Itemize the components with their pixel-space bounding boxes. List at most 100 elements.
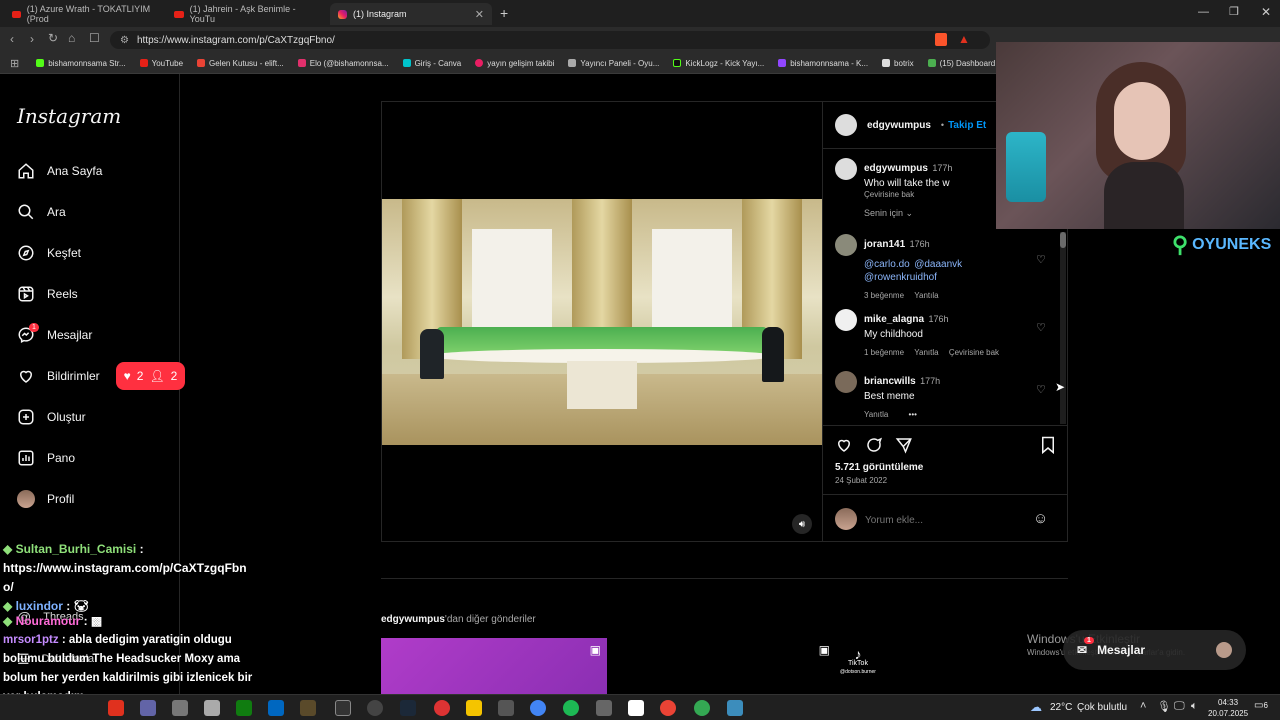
messages-floating-pill[interactable]: ✉ 1 Mesajlar: [1063, 630, 1246, 670]
more-post-thumbnail[interactable]: ▣: [612, 638, 838, 694]
bookmark-icon[interactable]: ☐: [89, 31, 100, 45]
sort-dropdown[interactable]: Senin için ⌄: [864, 208, 913, 219]
comment-avatar[interactable]: [835, 234, 857, 261]
save-icon[interactable]: [1040, 436, 1056, 454]
app-icon[interactable]: [694, 700, 710, 716]
nav-home[interactable]: Ana Sayfa: [17, 159, 102, 183]
nav-dashboard[interactable]: Pano: [17, 446, 75, 470]
browser-tab[interactable]: (1) Azure Wrath - TOKATLIYIM (Prod: [4, 3, 164, 25]
nav-notifications[interactable]: Bildirimler: [17, 364, 100, 388]
browser-tab-active[interactable]: (1) Instagram ✕: [330, 3, 492, 25]
app-icon[interactable]: [140, 700, 156, 716]
bookmark-item[interactable]: Giriş - Canva: [396, 59, 469, 68]
more-post-thumbnail[interactable]: ▣: [381, 638, 607, 694]
caption-avatar[interactable]: [835, 158, 857, 185]
author-avatar[interactable]: [835, 114, 857, 136]
forward-icon[interactable]: ›: [30, 32, 34, 46]
bookmark-item[interactable]: KickLogz - Kick Yayı...: [666, 59, 771, 68]
notification-center-icon[interactable]: ▭6: [1254, 700, 1268, 711]
epic-games-icon[interactable]: [335, 700, 351, 716]
back-icon[interactable]: ‹: [10, 32, 14, 46]
weather-text[interactable]: Çok bulutlu: [1077, 702, 1127, 713]
chrome-icon[interactable]: [530, 700, 546, 716]
store-icon[interactable]: [268, 700, 284, 716]
bookmark-item[interactable]: botrix: [875, 59, 921, 68]
new-tab-button[interactable]: +: [500, 5, 508, 21]
comments-scrollbar[interactable]: [1060, 232, 1066, 424]
likes-count[interactable]: 1 beğenme: [864, 348, 904, 357]
site-info-icon[interactable]: ⚙: [120, 35, 129, 46]
close-tab-icon[interactable]: ✕: [475, 8, 484, 21]
app-icon[interactable]: [596, 700, 612, 716]
app-icon[interactable]: [498, 700, 514, 716]
likes-count[interactable]: 3 beğenme: [864, 291, 904, 300]
bookmark-item[interactable]: Elo (@bishamonnsa...: [291, 59, 396, 68]
volume-icon[interactable]: 🔊︎: [792, 514, 812, 534]
folder-icon[interactable]: [466, 700, 482, 716]
bookmark-item[interactable]: yayın gelişim takibi: [468, 59, 561, 68]
bookmark-item[interactable]: bishamonnsama - K...: [771, 59, 875, 68]
translate-link[interactable]: Çevirisine bak: [949, 348, 999, 357]
notion-icon[interactable]: [628, 700, 644, 716]
apps-grid-icon[interactable]: ⊞: [10, 57, 19, 70]
volume-icon[interactable]: 🔈︎: [1191, 700, 1198, 713]
nav-messages[interactable]: 1 Mesajlar: [17, 323, 92, 347]
reload-icon[interactable]: ↻: [48, 31, 58, 45]
comment-input[interactable]: [865, 510, 1015, 530]
brave-shield-icon[interactable]: [935, 33, 947, 46]
app-icon[interactable]: [204, 700, 220, 716]
nav-create[interactable]: Oluştur: [17, 405, 86, 429]
brave-icon[interactable]: [108, 700, 124, 716]
post-video[interactable]: [382, 199, 822, 445]
app-icon[interactable]: [300, 700, 316, 716]
obs-icon[interactable]: [367, 700, 383, 716]
comment-avatar[interactable]: [835, 309, 857, 336]
app-icon[interactable]: [434, 700, 450, 716]
author-username[interactable]: edgywumpus: [867, 120, 931, 131]
mention-link[interactable]: @daaanvk: [914, 259, 962, 270]
like-icon[interactable]: [835, 436, 853, 454]
mention-link[interactable]: @carlo.do: [864, 259, 910, 270]
spotify-icon[interactable]: [563, 700, 579, 716]
bookmark-item[interactable]: Gelen Kutusu - elift...: [190, 59, 291, 68]
bookmark-item[interactable]: bishamonnsama Str...: [29, 59, 132, 68]
home-icon[interactable]: ⌂: [68, 31, 75, 45]
like-comment-icon[interactable]: ♡: [1036, 253, 1046, 266]
nav-profile[interactable]: Profil: [17, 487, 74, 511]
notifications-pill[interactable]: ♥ 2 👤︎ 2: [116, 362, 185, 390]
app-icon[interactable]: [172, 700, 188, 716]
follow-button[interactable]: Takip Et: [948, 120, 986, 131]
bookmark-item[interactable]: YouTube: [133, 59, 190, 68]
share-icon[interactable]: [895, 436, 913, 454]
view-count[interactable]: 5.721 görüntüleme: [835, 462, 923, 473]
app-icon[interactable]: [660, 700, 676, 716]
rewards-icon[interactable]: ▲: [958, 32, 970, 46]
comment-icon[interactable]: [865, 436, 883, 454]
xbox-icon[interactable]: [236, 700, 252, 716]
nav-reels[interactable]: Reels: [17, 282, 78, 306]
steam-icon[interactable]: [400, 700, 416, 716]
close-window-icon[interactable]: ✕: [1261, 5, 1271, 19]
url-bar[interactable]: ⚙ https://www.instagram.com/p/CaXTzgqFbn…: [110, 31, 990, 49]
restore-icon[interactable]: ❐: [1229, 5, 1239, 18]
like-comment-icon[interactable]: ♡: [1036, 321, 1046, 334]
weather-temp[interactable]: 22°C: [1050, 702, 1072, 713]
tray-chevron-icon[interactable]: ˄: [1140, 700, 1146, 712]
minimize-icon[interactable]: —: [1198, 6, 1209, 18]
reply-button[interactable]: Yanıtla: [864, 410, 888, 419]
reply-button[interactable]: Yanıtla: [914, 348, 938, 357]
reply-button[interactable]: Yantıla: [914, 291, 938, 300]
mention-link[interactable]: @rowenkruidhof: [864, 272, 1034, 283]
clock[interactable]: 04:33 20.07.2025: [1208, 697, 1248, 719]
nav-search[interactable]: Ara: [17, 200, 66, 224]
more-options-icon[interactable]: •••: [909, 410, 917, 419]
nav-explore[interactable]: Keşfet: [17, 241, 81, 265]
post-media[interactable]: 🔊︎: [382, 102, 822, 541]
comment-avatar[interactable]: [835, 371, 857, 398]
mic-icon[interactable]: 🎙︎: [1157, 700, 1171, 713]
like-comment-icon[interactable]: ♡: [1036, 383, 1046, 396]
network-icon[interactable]: 🖵︎: [1174, 700, 1185, 713]
app-icon[interactable]: [727, 700, 743, 716]
weather-icon[interactable]: ☁: [1030, 700, 1042, 714]
instagram-logo[interactable]: Instagram: [17, 104, 121, 128]
